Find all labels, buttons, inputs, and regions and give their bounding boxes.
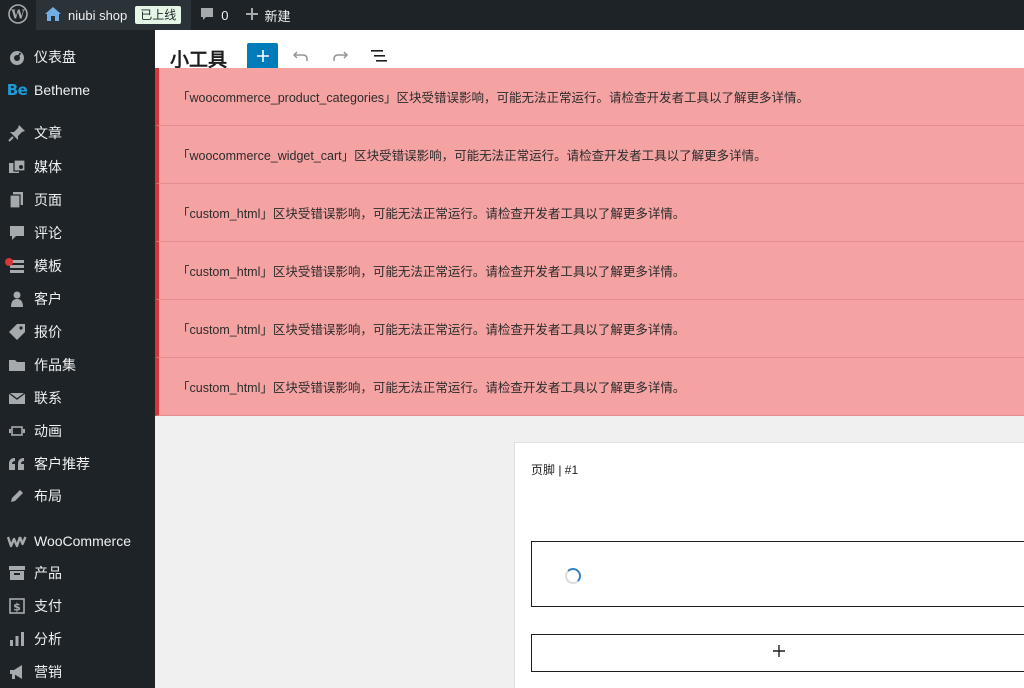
sidebar-item-contact[interactable]: 联系 (0, 383, 155, 413)
user-icon (0, 290, 34, 308)
sidebar-item-payments[interactable]: $ 支付 (0, 591, 155, 621)
sidebar-item-testimonials[interactable]: 客户推荐 (0, 449, 155, 479)
sidebar-item-woocommerce[interactable]: WooCommerce (0, 526, 155, 556)
new-content-link[interactable]: 新建 (237, 0, 299, 30)
sidebar-item-marketing[interactable]: 营销 (0, 657, 155, 687)
error-notice: 「custom_html」区块受错误影响，可能无法正常运行。请检查开发者工具以了… (155, 358, 1024, 416)
edit-icon (0, 487, 34, 505)
loading-block[interactable] (531, 541, 1024, 607)
sidebar-item-layouts[interactable]: 布局 (0, 481, 155, 511)
slides-icon (0, 422, 34, 440)
admin-sidebar: 仪表盘 Be Betheme 文章 媒体 页面 评论 模板 客户 报价 作品集 … (0, 30, 155, 688)
sidebar-item-comments[interactable]: 评论 (0, 218, 155, 248)
sidebar-item-betheme[interactable]: Be Betheme (0, 75, 155, 105)
mail-icon (0, 389, 34, 407)
quote-icon (0, 455, 34, 473)
sidebar-item-templates[interactable]: 模板 (0, 251, 155, 281)
dashboard-icon (0, 48, 34, 66)
error-notice: 「custom_html」区块受错误影响，可能无法正常运行。请检查开发者工具以了… (155, 300, 1024, 358)
site-name: niubi shop (68, 7, 128, 23)
svg-text:$: $ (13, 601, 21, 614)
block-appender-button[interactable] (531, 634, 1024, 672)
plus-icon (245, 7, 259, 24)
site-name-link[interactable]: niubi shop 已上线 (36, 0, 192, 30)
chart-bar-icon (0, 630, 34, 648)
betheme-icon: Be (6, 81, 28, 99)
home-icon (44, 6, 62, 25)
sidebar-item-quotes[interactable]: 报价 (0, 317, 155, 347)
sidebar-item-analytics[interactable]: 分析 (0, 624, 155, 654)
sidebar-item-portfolio[interactable]: 作品集 (0, 350, 155, 380)
plus-icon (256, 49, 270, 68)
template-icon (0, 257, 34, 275)
archive-icon (0, 564, 34, 582)
sidebar-item-dashboard[interactable]: 仪表盘 (0, 42, 155, 72)
plus-icon (772, 644, 786, 663)
new-label: 新建 (264, 8, 291, 24)
comment-bubble-icon (199, 6, 215, 25)
page-icon (0, 191, 34, 209)
wordpress-logo-icon: W (8, 3, 28, 27)
sidebar-item-products[interactable]: 产品 (0, 558, 155, 588)
widget-area-footer[interactable]: 页脚 | #1 (514, 442, 1024, 688)
sidebar-item-customers[interactable]: 客户 (0, 284, 155, 314)
sidebar-item-animation[interactable]: 动画 (0, 416, 155, 446)
comment-icon (0, 224, 34, 242)
error-notice: 「custom_html」区块受错误影响，可能无法正常运行。请检查开发者工具以了… (155, 184, 1024, 242)
sidebar-item-media[interactable]: 媒体 (0, 152, 155, 182)
error-notice: 「custom_html」区块受错误影响，可能无法正常运行。请检查开发者工具以了… (155, 242, 1024, 300)
wordpress-logo-button[interactable]: W (0, 0, 36, 30)
loading-spinner-icon (565, 568, 581, 584)
pin-icon (0, 124, 34, 142)
tag-icon (0, 323, 34, 341)
sidebar-item-posts[interactable]: 文章 (0, 118, 155, 148)
widget-area-title: 页脚 | #1 (531, 463, 579, 477)
sidebar-item-pages[interactable]: 页面 (0, 185, 155, 215)
notification-dot (5, 258, 13, 266)
media-icon (0, 158, 34, 176)
woocommerce-icon (0, 532, 34, 550)
error-notice: 「woocommerce_widget_cart」区块受错误影响，可能无法正常运… (155, 126, 1024, 184)
comments-count: 0 (221, 7, 229, 23)
payment-icon: $ (0, 597, 34, 615)
admin-bar: W niubi shop 已上线 0 新建 (0, 0, 1024, 30)
megaphone-icon (0, 663, 34, 681)
status-badge: 已上线 (135, 6, 182, 24)
error-notice: 「woocommerce_product_categories」区块受错误影响，… (155, 68, 1024, 126)
comments-link[interactable]: 0 (191, 0, 236, 30)
svg-text:W: W (10, 7, 25, 21)
folder-icon (0, 356, 34, 374)
